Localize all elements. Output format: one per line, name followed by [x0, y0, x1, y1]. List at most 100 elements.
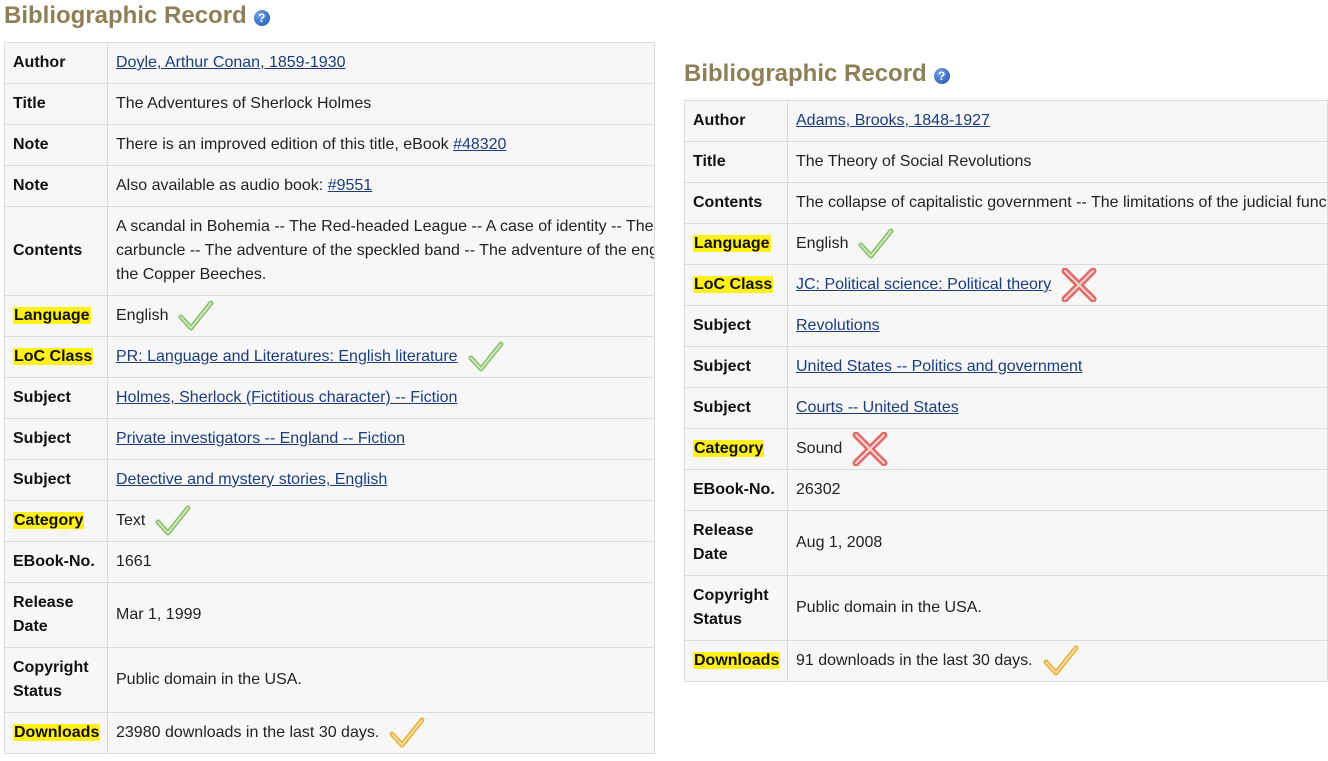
- row-label-category: Category: [693, 440, 765, 457]
- subject-link[interactable]: United States -- Politics and government: [796, 358, 1082, 375]
- right-record-panel: Bibliographic Record ? Author Adams, Bro…: [680, 58, 1328, 682]
- table-row: EBook-No. 1661: [4, 541, 655, 583]
- table-row: LoC Class PR: Language and Literatures: …: [4, 336, 655, 378]
- row-label-ebook-no: EBook-No.: [684, 469, 788, 511]
- row-label-subject: Subject: [684, 387, 788, 429]
- row-label-downloads: Downloads: [693, 652, 781, 669]
- release-date-value: Aug 1, 2008: [787, 510, 1328, 576]
- table-row: Note Also available as audio book: #9551: [4, 165, 655, 207]
- row-label-author: Author: [684, 100, 788, 142]
- author-link[interactable]: Doyle, Arthur Conan, 1859-1930: [116, 54, 345, 71]
- check-green-icon: [468, 341, 504, 373]
- row-label-contents: Contents: [4, 206, 108, 296]
- copyright-value: Public domain in the USA.: [107, 647, 655, 713]
- row-label-ebook-no: EBook-No.: [4, 541, 108, 583]
- left-heading: Bibliographic Record ?: [4, 0, 655, 32]
- table-row: Release Date Mar 1, 1999: [4, 582, 655, 648]
- loc-class-link[interactable]: PR: Language and Literatures: English li…: [116, 348, 458, 365]
- left-heading-text: Bibliographic Record: [4, 2, 247, 29]
- table-row: Subject Private investigators -- England…: [4, 418, 655, 460]
- right-heading: Bibliographic Record ?: [684, 58, 1328, 90]
- subject-link[interactable]: Holmes, Sherlock (Fictitious character) …: [116, 389, 457, 406]
- check-green-icon: [155, 505, 191, 537]
- row-label-language: Language: [693, 235, 771, 252]
- table-row: Release Date Aug 1, 2008: [684, 510, 1328, 576]
- row-label-note: Note: [4, 165, 108, 207]
- row-label-subject: Subject: [684, 305, 788, 347]
- table-row: Subject Courts -- United States: [684, 387, 1328, 429]
- table-row: Language English: [4, 295, 655, 337]
- downloads-value: 91 downloads in the last 30 days.: [796, 652, 1033, 670]
- row-label-copyright-status: Copyright Status: [684, 575, 788, 641]
- table-row: Author Doyle, Arthur Conan, 1859-1930: [4, 42, 655, 84]
- category-value: Text: [116, 512, 146, 530]
- row-label-note: Note: [4, 124, 108, 166]
- table-row: Subject United States -- Politics and go…: [684, 346, 1328, 388]
- table-row: Copyright Status Public domain in the US…: [4, 647, 655, 713]
- table-row: Downloads 91 downloads in the last 30 da…: [684, 640, 1328, 682]
- row-label-subject: Subject: [4, 459, 108, 501]
- row-label-category: Category: [13, 512, 85, 529]
- ebook-no-value: 26302: [787, 469, 1328, 511]
- table-row: Author Adams, Brooks, 1848-1927: [684, 100, 1328, 142]
- table-row: Contents A scandal in Bohemia -- The Red…: [4, 206, 655, 296]
- row-label-title: Title: [684, 141, 788, 183]
- contents-value: The collapse of capitalistic government …: [787, 182, 1328, 224]
- loc-class-link[interactable]: JC: Political science: Political theory: [796, 276, 1051, 293]
- copyright-value: Public domain in the USA.: [787, 575, 1328, 641]
- title-value: The Theory of Social Revolutions: [787, 141, 1328, 183]
- row-label-language: Language: [13, 307, 91, 324]
- row-label-subject: Subject: [684, 346, 788, 388]
- check-green-icon: [178, 300, 214, 332]
- subject-link[interactable]: Private investigators -- England -- Fict…: [116, 430, 405, 447]
- right-bibrec-table: Author Adams, Brooks, 1848-1927 Title Th…: [684, 100, 1328, 682]
- table-row: Category Text: [4, 500, 655, 542]
- table-row: Subject Revolutions: [684, 305, 1328, 347]
- left-record-panel: Bibliographic Record ? Author Doyle, Art…: [0, 0, 655, 754]
- language-value: English: [796, 235, 849, 253]
- table-row: Title The Theory of Social Revolutions: [684, 141, 1328, 183]
- table-row: Subject Holmes, Sherlock (Fictitious cha…: [4, 377, 655, 419]
- table-row: EBook-No. 26302: [684, 469, 1328, 511]
- row-label-loc-class: LoC Class: [693, 276, 774, 293]
- downloads-value: 23980 downloads in the last 30 days.: [116, 724, 380, 742]
- ebook-no-value: 1661: [107, 541, 655, 583]
- contents-value: A scandal in Bohemia -- The Red-headed L…: [107, 206, 655, 296]
- subject-link[interactable]: Revolutions: [796, 317, 880, 334]
- table-row: Contents The collapse of capitalistic go…: [684, 182, 1328, 224]
- row-label-subject: Subject: [4, 377, 108, 419]
- language-value: English: [116, 307, 169, 325]
- row-label-title: Title: [4, 83, 108, 125]
- row-label-release-date: Release Date: [4, 582, 108, 648]
- row-label-downloads: Downloads: [13, 724, 101, 741]
- note-text: There is an improved edition of this tit…: [116, 136, 454, 153]
- table-row: Copyright Status Public domain in the US…: [684, 575, 1328, 641]
- check-green-icon: [858, 228, 894, 260]
- row-label-copyright-status: Copyright Status: [4, 647, 108, 713]
- audiobook-link[interactable]: #9551: [328, 177, 373, 194]
- table-row: Subject Detective and mystery stories, E…: [4, 459, 655, 501]
- ebook-link[interactable]: #48320: [453, 136, 506, 153]
- row-label-loc-class: LoC Class: [13, 348, 94, 365]
- table-row: LoC Class JC: Political science: Politic…: [684, 264, 1328, 306]
- author-link[interactable]: Adams, Brooks, 1848-1927: [796, 112, 990, 129]
- subject-link[interactable]: Courts -- United States: [796, 399, 959, 416]
- row-label-subject: Subject: [4, 418, 108, 460]
- check-orange-icon: [389, 717, 425, 749]
- row-label-release-date: Release Date: [684, 510, 788, 576]
- row-label-contents: Contents: [684, 182, 788, 224]
- row-label-author: Author: [4, 42, 108, 84]
- note-text: Also available as audio book:: [116, 177, 328, 194]
- table-row: Language English: [684, 223, 1328, 265]
- table-row: Note There is an improved edition of thi…: [4, 124, 655, 166]
- table-row: Category Sound: [684, 428, 1328, 470]
- title-value: The Adventures of Sherlock Holmes: [107, 83, 655, 125]
- check-orange-icon: [1043, 645, 1079, 677]
- table-row: Title The Adventures of Sherlock Holmes: [4, 83, 655, 125]
- cross-red-icon: [852, 432, 888, 466]
- help-icon[interactable]: ?: [933, 68, 950, 84]
- subject-link[interactable]: Detective and mystery stories, English: [116, 471, 387, 488]
- help-icon[interactable]: ?: [253, 10, 270, 26]
- cross-red-icon: [1061, 268, 1097, 302]
- category-value: Sound: [796, 440, 843, 458]
